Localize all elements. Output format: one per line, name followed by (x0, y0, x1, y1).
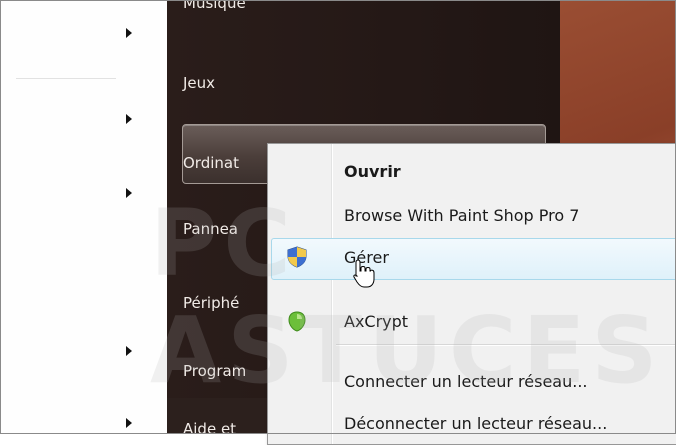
submenu-arrow-icon[interactable] (126, 188, 132, 198)
axcrypt-icon (288, 311, 306, 332)
start-item-games[interactable]: Jeux (183, 74, 215, 92)
menu-item-map-drive[interactable]: Connecter un lecteur réseau... (344, 372, 588, 391)
menu-item-disconnect-drive[interactable]: Déconnecter un lecteur réseau... (344, 414, 607, 433)
submenu-arrow-icon[interactable] (126, 28, 132, 38)
submenu-arrow-icon[interactable] (126, 346, 132, 356)
menu-item-paint-shop[interactable]: Browse With Paint Shop Pro 7 (344, 206, 579, 225)
menu-item-axcrypt[interactable]: AxCrypt (344, 312, 408, 331)
submenu-arrow-icon[interactable] (126, 418, 132, 428)
menu-hover-highlight (271, 238, 676, 280)
start-item-control-panel[interactable]: Pannea (183, 220, 238, 238)
menu-item-open[interactable]: Ouvrir (344, 162, 401, 181)
start-item-music[interactable]: Musique (183, 0, 246, 12)
start-item-devices[interactable]: Périphé (183, 294, 239, 312)
context-menu: Ouvrir Browse With Paint Shop Pro 7 Gére… (267, 143, 676, 445)
menu-gutter-highlight (332, 144, 333, 444)
start-menu-left-pane (0, 0, 167, 434)
start-item-help[interactable]: Aide et (183, 420, 236, 438)
menu-separator-highlight (336, 345, 676, 346)
start-item-computer[interactable]: Ordinat (183, 154, 239, 172)
submenu-arrow-icon[interactable] (126, 114, 132, 124)
start-item-programs[interactable]: Program (183, 362, 246, 380)
left-pane-separator (16, 78, 116, 79)
hand-cursor-icon (353, 259, 375, 288)
uac-shield-icon (287, 246, 307, 268)
